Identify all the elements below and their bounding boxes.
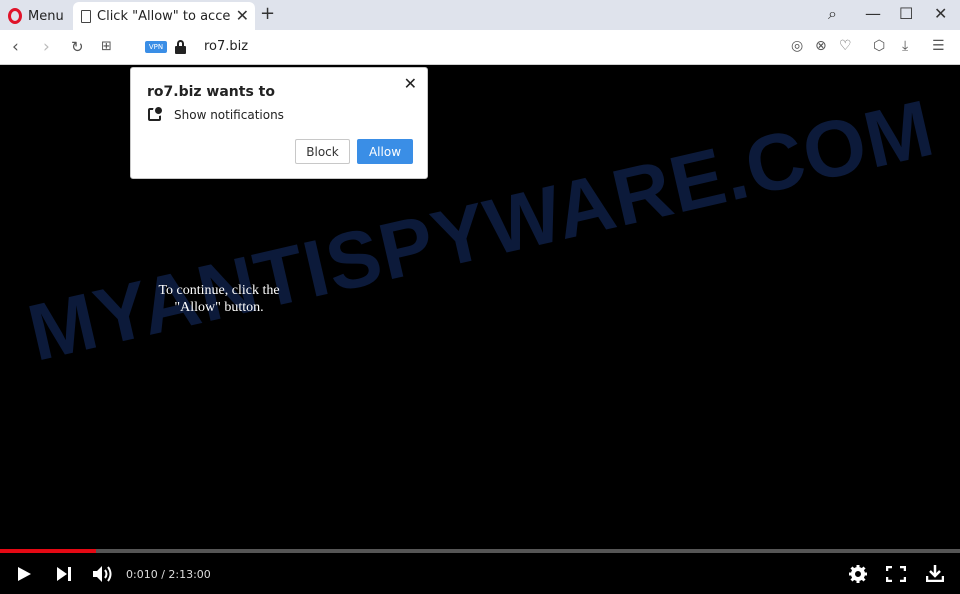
download-icon[interactable] — [926, 564, 944, 582]
document-icon — [81, 9, 91, 23]
address-bar: ‹ › ↻ ⊞ VPN ro7.biz ◎ ⊗ ♡ ⬡ ⤓ ☰ — [0, 30, 960, 65]
menu-label: Menu — [28, 8, 64, 24]
new-tab-icon[interactable]: + — [260, 3, 275, 24]
time-display: 0:010 / 2:13:00 — [126, 568, 211, 581]
speed-dial-icon[interactable]: ⊞ — [101, 39, 112, 54]
forward-icon[interactable]: › — [43, 37, 50, 57]
tab-title: Click "Allow" to access — [97, 8, 231, 24]
notification-permission-popup: ro7.biz wants to ✕ Show notifications Bl… — [130, 67, 428, 179]
url-field[interactable]: ro7.biz — [204, 39, 248, 54]
lock-icon[interactable] — [175, 40, 186, 54]
block-button[interactable]: Block — [295, 139, 350, 164]
notification-icon — [148, 105, 164, 121]
active-tab[interactable]: Click "Allow" to access ✕ — [73, 2, 255, 30]
minimize-icon[interactable]: — — [865, 4, 881, 23]
volume-icon[interactable] — [92, 565, 114, 583]
ad-block-icon[interactable]: ⊗ — [815, 38, 827, 54]
fullscreen-icon[interactable] — [886, 566, 906, 582]
settings-gear-icon[interactable] — [849, 565, 867, 583]
easy-setup-icon[interactable]: ☰ — [932, 38, 945, 54]
next-icon[interactable] — [56, 566, 72, 582]
instruction-text: To continue, click the "Allow" button. — [158, 283, 280, 315]
opera-menu-button[interactable]: Menu — [8, 6, 64, 26]
popup-close-icon[interactable]: ✕ — [404, 74, 417, 93]
maximize-icon[interactable]: ☐ — [899, 4, 913, 23]
snapshot-icon[interactable]: ◎ — [791, 38, 803, 54]
downloads-icon[interactable]: ⤓ — [902, 38, 908, 54]
play-icon[interactable] — [16, 566, 32, 582]
close-window-icon[interactable]: ✕ — [934, 4, 947, 23]
vpn-badge[interactable]: VPN — [145, 41, 167, 53]
heart-icon[interactable]: ♡ — [839, 38, 852, 54]
extensions-icon[interactable]: ⬡ — [873, 38, 885, 54]
allow-button[interactable]: Allow — [357, 139, 413, 164]
popup-title: ro7.biz wants to — [147, 84, 275, 100]
search-icon[interactable]: ⌕ — [828, 4, 837, 24]
video-progress-fill — [0, 549, 96, 553]
opera-logo-icon — [8, 8, 22, 24]
tab-bar: Menu Click "Allow" to access ✕ + ⌕ — ☐ ✕ — [0, 0, 960, 30]
back-icon[interactable]: ‹ — [12, 37, 19, 57]
permission-label: Show notifications — [174, 108, 284, 122]
video-progress-bar[interactable] — [0, 549, 960, 553]
tab-close-icon[interactable]: ✕ — [236, 6, 249, 25]
reload-icon[interactable]: ↻ — [71, 38, 84, 56]
